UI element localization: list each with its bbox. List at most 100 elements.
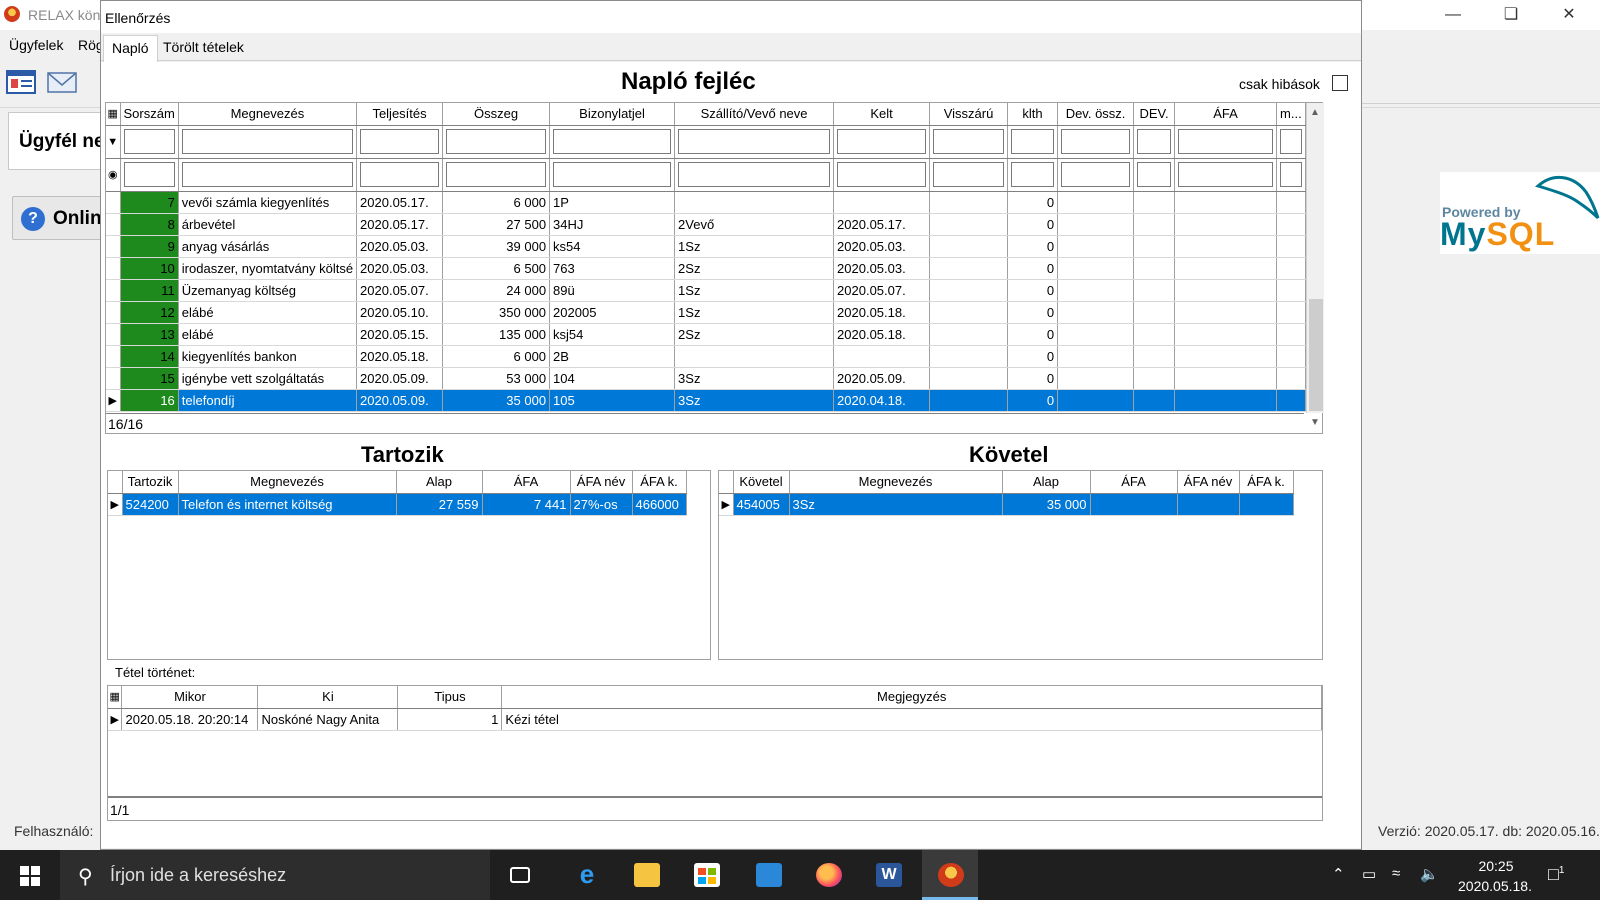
minimize-icon[interactable]: — <box>1430 0 1476 30</box>
table-cell[interactable] <box>674 191 835 214</box>
table-cell[interactable] <box>1133 279 1176 302</box>
table-cell[interactable] <box>1276 191 1306 214</box>
filter-input[interactable] <box>1178 162 1274 187</box>
table-row[interactable]: 14 kiegyenlítés bankon 2020.05.18. 6 000 2B 0 <box>106 345 1306 368</box>
table-cell[interactable]: elábé <box>178 323 358 346</box>
table-cell[interactable]: 135 000 <box>442 323 551 346</box>
table-cell[interactable]: 89ü <box>549 279 676 302</box>
filter-input[interactable] <box>181 129 354 154</box>
table-cell[interactable]: telefondíj <box>178 389 358 412</box>
only-errors-checkbox[interactable] <box>1332 75 1348 91</box>
scroll-thumb[interactable] <box>1309 299 1323 411</box>
table-cell[interactable]: 2Sz <box>674 257 835 280</box>
task-view-button[interactable] <box>492 850 548 900</box>
filter-input[interactable] <box>181 162 354 187</box>
table-cell[interactable]: 35 000 <box>442 389 551 412</box>
table-cell[interactable] <box>929 323 1009 346</box>
table-cell[interactable] <box>833 345 931 368</box>
table-cell[interactable] <box>929 235 1009 258</box>
column-header-sorszam[interactable]: Sorszám <box>120 103 179 126</box>
table-cell[interactable] <box>929 301 1009 324</box>
scroll-down-icon[interactable]: ▼ <box>1310 417 1320 428</box>
table-cell[interactable]: Telefon és internet költség <box>178 493 397 516</box>
table-row[interactable]: 15 igénybe vett szolgáltatás 2020.05.09. 53… <box>106 367 1306 390</box>
table-cell[interactable]: 454005 <box>733 493 790 516</box>
table-cell[interactable]: 2020.05.18. <box>833 301 931 324</box>
table-cell[interactable] <box>1133 367 1176 390</box>
column-header-dev[interactable]: DEV. <box>1133 103 1176 126</box>
table-cell[interactable]: 1Sz <box>674 301 835 324</box>
table-cell[interactable]: 2020.05.03. <box>833 235 931 258</box>
filter-input[interactable] <box>360 129 440 154</box>
edge-button[interactable]: e <box>556 850 612 900</box>
table-cell[interactable] <box>929 279 1009 302</box>
table-cell[interactable]: 0 <box>1007 389 1059 412</box>
table-cell[interactable]: 6 000 <box>442 191 551 214</box>
table-cell[interactable]: 0 <box>1007 257 1059 280</box>
column-header-ki[interactable]: Ki <box>257 686 399 709</box>
table-cell[interactable] <box>1276 345 1306 368</box>
column-header-m[interactable]: m... <box>1276 103 1306 126</box>
table-cell[interactable] <box>1174 257 1278 280</box>
filter-input[interactable] <box>360 162 440 187</box>
table-row[interactable]: ▶ 2020.05.18. 20:20:14 Noskóné Nagy Anita 1… <box>108 708 1322 731</box>
chevron-up-icon[interactable]: ⌃ <box>1332 865 1345 883</box>
table-row[interactable]: ▶ 524200 Telefon és internet költség 27 559… <box>108 493 687 516</box>
table-cell[interactable] <box>1276 323 1306 346</box>
table-cell[interactable] <box>1057 191 1135 214</box>
table-cell[interactable]: ksj54 <box>549 323 676 346</box>
filter-input[interactable] <box>553 129 672 154</box>
table-cell[interactable] <box>929 345 1009 368</box>
table-cell[interactable]: 0 <box>1007 235 1059 258</box>
table-cell[interactable] <box>1133 191 1176 214</box>
table-cell[interactable]: 3Sz <box>789 493 1003 516</box>
table-cell[interactable]: 2020.05.03. <box>356 257 444 280</box>
table-cell[interactable]: vevői számla kiegyenlítés <box>178 191 358 214</box>
history-settings-icon[interactable]: ▦ <box>108 686 123 709</box>
wifi-icon[interactable]: ≈ <box>1392 865 1400 882</box>
word-button[interactable]: W <box>860 850 916 900</box>
table-cell[interactable] <box>1057 389 1135 412</box>
column-header-bizonylatjel[interactable]: Bizonylatjel <box>549 103 676 126</box>
envelope-icon[interactable] <box>46 68 80 98</box>
restore-icon[interactable]: ❏ <box>1488 0 1534 30</box>
filter-input[interactable] <box>1137 162 1172 187</box>
table-row[interactable]: 9 anyag vásárlás 2020.05.03. 39 000 ks54 1Sz 2… <box>106 235 1306 258</box>
filter-input[interactable] <box>446 129 547 154</box>
filter-input[interactable] <box>678 162 831 187</box>
column-header-megnevezes[interactable]: Megnevezés <box>789 471 1003 494</box>
table-row[interactable]: 12 elábé 2020.05.10. 350 000 202005 1Sz 2020.0… <box>106 301 1306 324</box>
table-cell[interactable] <box>1276 301 1306 324</box>
table-cell[interactable]: 27%-os <box>570 493 633 516</box>
table-cell[interactable]: 39 000 <box>442 235 551 258</box>
table-cell[interactable]: 10 <box>120 257 179 280</box>
tab-naplo[interactable]: Napló <box>103 35 158 62</box>
table-cell[interactable] <box>1133 213 1176 236</box>
table-cell[interactable]: 2020.05.15. <box>356 323 444 346</box>
table-cell[interactable]: 12 <box>120 301 179 324</box>
column-header-klth[interactable]: klth <box>1007 103 1059 126</box>
filter-input[interactable] <box>1011 162 1055 187</box>
table-cell[interactable]: Üzemanyag költség <box>178 279 358 302</box>
table-cell[interactable]: 2Sz <box>674 323 835 346</box>
table-cell[interactable]: 2020.05.17. <box>833 213 931 236</box>
table-cell[interactable] <box>1276 235 1306 258</box>
table-cell[interactable]: 2020.04.18. <box>833 389 931 412</box>
mail-button[interactable] <box>740 850 796 900</box>
table-row[interactable]: ▶ 454005 3Sz 35 000 <box>719 493 1294 516</box>
clock-time[interactable]: 20:25 <box>1456 858 1536 874</box>
table-cell[interactable]: 6 000 <box>442 345 551 368</box>
table-cell[interactable]: 2Vevő <box>674 213 835 236</box>
table-row[interactable]: ▶ 16 telefondíj 2020.05.09. 35 000 105 3Sz 2020… <box>106 389 1306 412</box>
filter-input[interactable] <box>933 162 1005 187</box>
column-header-visszaru[interactable]: Visszárú <box>929 103 1009 126</box>
table-row[interactable]: 13 elábé 2020.05.15. 135 000 ksj54 2Sz 2020.05… <box>106 323 1306 346</box>
column-header-kelt[interactable]: Kelt <box>833 103 931 126</box>
filter-input[interactable] <box>933 129 1005 154</box>
column-header-kovetel[interactable]: Követel <box>733 471 790 494</box>
table-cell[interactable] <box>929 389 1009 412</box>
table-cell[interactable] <box>1133 235 1176 258</box>
table-cell[interactable]: 2020.05.09. <box>356 367 444 390</box>
table-cell[interactable]: 0 <box>1007 323 1059 346</box>
table-cell[interactable] <box>1174 213 1278 236</box>
